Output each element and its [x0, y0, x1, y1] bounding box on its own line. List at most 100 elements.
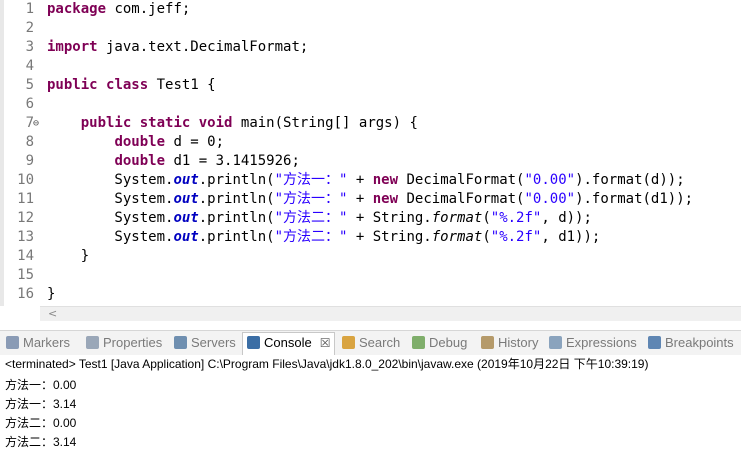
- console-header: <terminated> Test1 [Java Application] C:…: [5, 357, 649, 371]
- code-line[interactable]: 15: [0, 266, 741, 285]
- code-token: }: [47, 286, 56, 302]
- code-editor[interactable]: 1 package com.jeff; 2 3 import java.text.Dec…: [0, 0, 741, 306]
- code-token: void: [198, 115, 233, 131]
- code-token: public: [47, 77, 98, 93]
- tab-search[interactable]: Search: [342, 333, 400, 353]
- code-text: System.out.println("方法一：" + new DecimalF…: [47, 190, 693, 209]
- tab-label: Expressions: [566, 335, 637, 350]
- code-token: Test1 {: [148, 77, 216, 93]
- code-text: public static void main(String[] args) {: [47, 114, 418, 133]
- code-token: new: [372, 172, 399, 188]
- code-text: }: [47, 285, 55, 304]
- code-token: DecimalFormat(: [398, 172, 525, 188]
- code-line[interactable]: 10 System.out.println("方法一：" + new Decim…: [0, 171, 741, 190]
- code-token: System.: [47, 172, 174, 188]
- code-token: ).format(d));: [575, 172, 685, 188]
- code-line[interactable]: 4: [0, 57, 741, 76]
- code-text: System.out.println("方法二：" + String.forma…: [47, 228, 600, 247]
- code-token: .println(: [198, 172, 275, 188]
- code-token: import: [47, 39, 98, 55]
- line-number: 6: [25, 96, 34, 112]
- code-line[interactable]: 12 System.out.println("方法二：" + String.fo…: [0, 209, 741, 228]
- scroll-left-arrow-icon[interactable]: <: [48, 307, 57, 321]
- markers-icon: [6, 336, 19, 349]
- code-token: (: [482, 210, 491, 226]
- code-token: System.: [47, 210, 174, 226]
- search-icon: [342, 336, 355, 349]
- code-token: .println(: [198, 191, 275, 207]
- panel-separator: [0, 321, 741, 328]
- tab-markers[interactable]: Markers: [6, 333, 70, 353]
- code-line[interactable]: 3 import java.text.DecimalFormat;: [0, 38, 741, 57]
- code-token: , d));: [541, 210, 592, 226]
- code-text: package com.jeff;: [47, 0, 190, 19]
- tab-label: Debug: [429, 335, 468, 350]
- code-token: "0.00": [524, 172, 576, 188]
- tab-console[interactable]: Console ☒: [242, 332, 336, 355]
- code-token: "%.2f": [490, 210, 542, 226]
- code-line[interactable]: 2: [0, 19, 741, 38]
- code-token: DecimalFormat(: [398, 191, 525, 207]
- debug-icon: [412, 336, 425, 349]
- console-view: <terminated> Test1 [Java Application] C:…: [0, 355, 741, 466]
- code-token: "0.00": [524, 191, 576, 207]
- code-line[interactable]: 11 System.out.println("方法一：" + new Decim…: [0, 190, 741, 209]
- code-token: ).format(d1));: [575, 191, 694, 207]
- console-output-line: 方法一：0.00: [5, 378, 77, 392]
- close-icon[interactable]: ☒: [320, 336, 331, 350]
- tab-label: Search: [359, 335, 401, 350]
- code-line[interactable]: 8 double d = 0;: [0, 133, 741, 152]
- code-token: main(String[] args) {: [232, 115, 418, 131]
- tab-debug[interactable]: Debug: [412, 333, 467, 353]
- history-icon: [481, 336, 494, 349]
- code-line[interactable]: 9 double d1 = 3.1415926;: [0, 152, 741, 171]
- code-text: System.out.println("方法二：" + String.forma…: [47, 209, 592, 228]
- code-token: "方法二：": [274, 229, 348, 245]
- code-line[interactable]: 7 ⊖ public static void main(String[] args…: [0, 114, 741, 133]
- code-token: new: [372, 191, 399, 207]
- expressions-icon: [549, 336, 562, 349]
- tab-expressions[interactable]: Expressions: [549, 333, 637, 353]
- servers-icon: [174, 336, 187, 349]
- code-line[interactable]: 6: [0, 95, 741, 114]
- line-number: 10: [17, 172, 34, 188]
- line-number: 3: [25, 39, 34, 55]
- tab-label: Console: [264, 335, 312, 350]
- code-token: public: [80, 115, 132, 131]
- code-token: +: [347, 191, 373, 207]
- line-number: 9: [25, 153, 34, 169]
- line-number: 5: [25, 77, 34, 93]
- line-number: 11: [17, 191, 34, 207]
- view-tab-bar: Markers Properties Servers Console ☒ Search De…: [0, 330, 741, 356]
- code-token: java.text.DecimalFormat;: [97, 39, 309, 55]
- tab-servers[interactable]: Servers: [174, 333, 236, 353]
- code-line[interactable]: 14 }: [0, 247, 741, 266]
- code-line[interactable]: 16}: [0, 285, 741, 304]
- code-token: .println(: [198, 229, 275, 245]
- properties-icon: [86, 336, 99, 349]
- code-line[interactable]: 13 System.out.println("方法二：" + String.fo…: [0, 228, 741, 247]
- tab-label: Breakpoints: [665, 335, 734, 350]
- fold-collapse-icon[interactable]: ⊖: [33, 114, 39, 133]
- code-line[interactable]: 5 public class Test1 {: [0, 76, 741, 95]
- console-output-line: 方法二：3.14: [5, 435, 77, 449]
- console-output-line: 方法一：3.14: [5, 397, 77, 411]
- tab-properties[interactable]: Properties: [86, 333, 162, 353]
- horizontal-scrollbar[interactable]: <: [40, 306, 741, 321]
- line-number: 1: [25, 1, 34, 17]
- tab-history[interactable]: History: [481, 333, 538, 353]
- code-token: double: [114, 134, 166, 150]
- tab-breakpoints[interactable]: Breakpoints: [648, 333, 734, 353]
- code-token: "%.2f": [490, 229, 542, 245]
- line-number: 15: [17, 267, 34, 283]
- code-line[interactable]: 1 package com.jeff;: [0, 0, 741, 19]
- line-number: 7: [25, 115, 34, 131]
- code-text: public class Test1 {: [47, 76, 216, 95]
- code-token: "方法一：": [274, 191, 348, 207]
- console-icon: [247, 336, 260, 349]
- line-number: 13: [17, 229, 34, 245]
